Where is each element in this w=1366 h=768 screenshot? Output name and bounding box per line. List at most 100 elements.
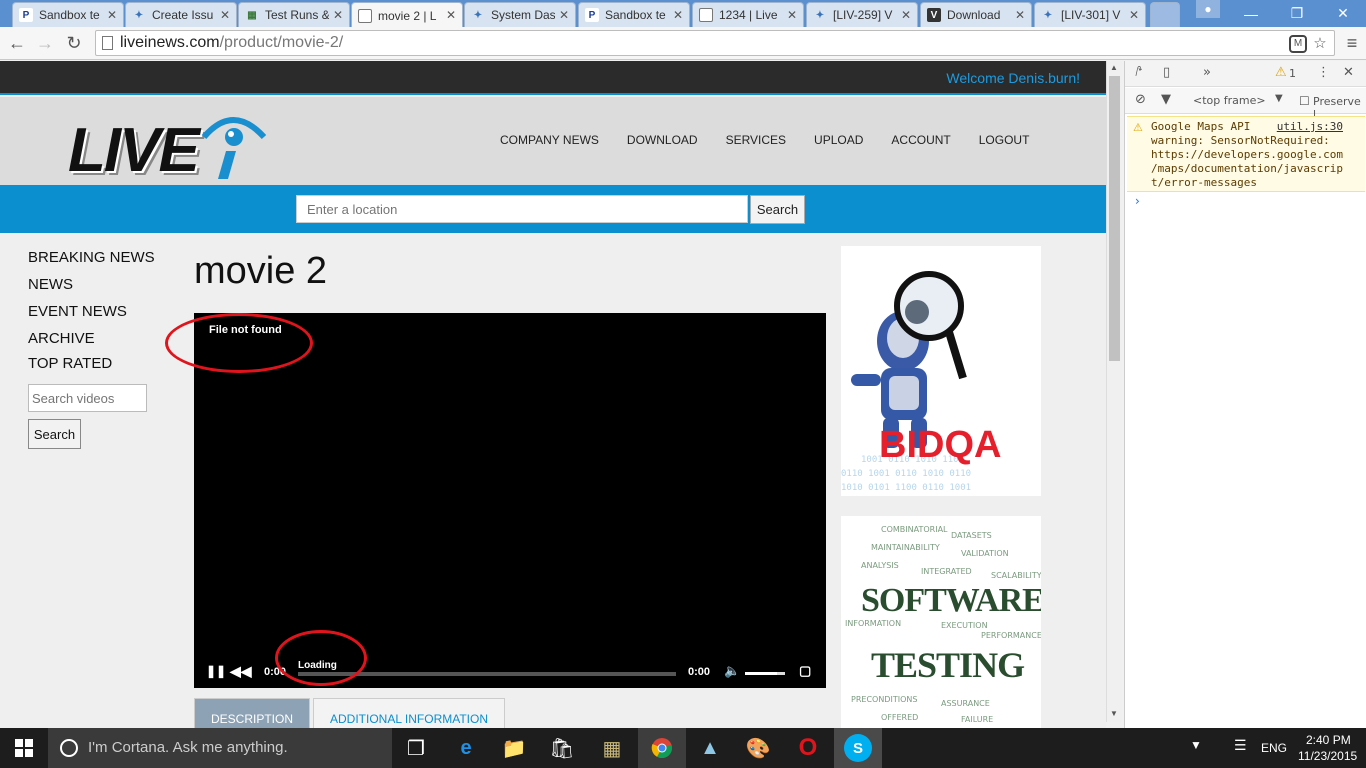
menu-icon[interactable]: ≡ [1340, 32, 1364, 54]
bookmark-star-icon[interactable]: ☆ [1310, 34, 1330, 54]
volume-slider[interactable] [745, 672, 785, 675]
volume-icon[interactable]: 🔈 [724, 663, 740, 679]
clock-time[interactable]: 2:40 PM [1306, 733, 1351, 747]
nav-services[interactable]: SERVICES [726, 133, 786, 147]
ad-bidqa[interactable]: 0110 1001 0110 1010 0110 1010 0101 1100 … [841, 246, 1041, 496]
tab-description[interactable]: DESCRIPTION [194, 698, 311, 728]
tab-additional-information[interactable]: ADDITIONAL INFORMATION [313, 698, 506, 728]
sidebar-item-archive[interactable]: ARCHIVE [28, 328, 155, 353]
tab-close-icon[interactable]: ✕ [901, 8, 911, 22]
restore-icon[interactable]: ❐ [1274, 0, 1320, 27]
tab-close-icon[interactable]: ✕ [107, 8, 117, 22]
location-input[interactable] [296, 195, 748, 223]
sidebar-item-breaking-news[interactable]: BREAKING NEWS [28, 247, 155, 274]
page-scrollbar[interactable]: ▲ ▼ [1106, 61, 1122, 722]
sidebar-item-news[interactable]: NEWS [28, 274, 155, 301]
opera-icon[interactable]: O [794, 734, 822, 762]
video-player[interactable]: File not found ❚❚ ◀◀ 0:00 Loading 0:00 🔈… [194, 313, 826, 688]
filter-icon[interactable]: ▼ [1161, 92, 1171, 107]
console-prompt[interactable]: › [1135, 194, 1140, 208]
browser-tab[interactable]: P Sandbox te ✕ [578, 2, 690, 27]
app-tile-icon[interactable]: ▲ [696, 734, 724, 762]
testrail-icon: ▦ [247, 9, 257, 21]
back-icon[interactable]: ← [5, 32, 29, 54]
sidebar-item-event-news[interactable]: EVENT NEWS [28, 301, 155, 328]
word-cloud-image: COMBINATORIAL DATASETS MAINTAINABILITY V… [845, 525, 1041, 724]
tab-strip: P Sandbox te ✕ ✦ Create Issu ✕ ▦ Test Runs & ✕ mo… [0, 0, 1366, 28]
tab-label: System Das [491, 8, 555, 22]
scroll-down-icon[interactable]: ▼ [1110, 709, 1118, 718]
pause-icon[interactable]: ❚❚ [206, 664, 226, 678]
tab-close-icon[interactable]: ✕ [220, 8, 230, 22]
warning-icon[interactable]: ⚠ [1275, 65, 1287, 80]
more-tabs-icon[interactable]: » [1203, 65, 1211, 80]
start-button[interactable] [0, 728, 48, 768]
notification-icon[interactable]: ☰ [1234, 737, 1247, 754]
reload-icon[interactable]: ↻ [62, 32, 86, 54]
nav-download[interactable]: DOWNLOAD [627, 133, 698, 147]
site-logo[interactable]: LIVE [68, 107, 268, 185]
address-bar[interactable]: liveinews.com/product/movie-2/ M ☆ [95, 30, 1335, 56]
browser-tab[interactable]: 1234 | Live ✕ [692, 2, 804, 27]
app-icon[interactable]: ▦ [598, 734, 626, 762]
ad-software-testing[interactable]: COMBINATORIAL DATASETS MAINTAINABILITY V… [841, 516, 1041, 728]
minimize-icon[interactable]: — [1228, 0, 1274, 27]
nav-account[interactable]: ACCOUNT [891, 133, 950, 147]
scroll-thumb[interactable] [1109, 76, 1120, 361]
new-tab-button[interactable] [1150, 2, 1180, 27]
task-view-icon[interactable]: ❐ [402, 734, 430, 762]
browser-tab[interactable]: P Sandbox te ✕ [12, 2, 124, 27]
tab-close-icon[interactable]: ✕ [333, 8, 343, 22]
tab-close-icon[interactable]: ✕ [559, 8, 569, 22]
browser-tab[interactable]: ▦ Test Runs & ✕ [238, 2, 350, 27]
browser-tab[interactable]: movie 2 | L ✕ [351, 2, 463, 28]
clock-date[interactable]: 11/23/2015 [1298, 749, 1357, 763]
scroll-up-icon[interactable]: ▲ [1110, 63, 1118, 72]
browser-tab[interactable]: V Download ✕ [920, 2, 1032, 27]
browser-tab[interactable]: ✦ System Das ✕ [464, 2, 576, 27]
tab-close-icon[interactable]: ✕ [787, 8, 797, 22]
clear-console-icon[interactable]: ⊘ [1135, 92, 1146, 107]
frame-selector[interactable]: <top frame> [1193, 94, 1266, 107]
skype-icon[interactable]: S [844, 734, 872, 762]
browser-tab[interactable]: ✦ [LIV-259] V ✕ [806, 2, 918, 27]
devtools-menu-icon[interactable]: ⋮ [1317, 65, 1330, 80]
device-mode-icon[interactable]: ▯ [1163, 65, 1170, 80]
cortana-search-box[interactable]: I'm Cortana. Ask me anything. [48, 728, 392, 768]
nav-logout[interactable]: LOGOUT [979, 133, 1030, 147]
tab-close-icon[interactable]: ✕ [1129, 8, 1139, 22]
video-search-button[interactable]: Search [28, 419, 81, 449]
store-icon[interactable]: 🛍 [548, 734, 576, 762]
paint-icon[interactable]: 🎨 [744, 734, 772, 762]
svg-text:EXECUTION: EXECUTION [941, 621, 988, 630]
frame-dropdown-icon[interactable]: ▼ [1275, 93, 1283, 104]
edge-icon[interactable]: e [452, 734, 480, 762]
tray-up-icon[interactable]: ▼ [1190, 738, 1202, 752]
warning-source-link[interactable]: util.js:30 [1277, 120, 1343, 134]
tab-close-icon[interactable]: ✕ [673, 8, 683, 22]
tab-close-icon[interactable]: ✕ [1015, 8, 1025, 22]
extension-icon[interactable]: M [1289, 35, 1307, 53]
rewind-icon[interactable]: ◀◀ [230, 663, 252, 680]
video-search-input[interactable] [28, 384, 147, 412]
nav-upload[interactable]: UPLOAD [814, 133, 863, 147]
profile-icon[interactable]: ● [1196, 0, 1220, 18]
welcome-link[interactable]: Welcome Denis.burn! [946, 70, 1080, 86]
browser-tab[interactable]: ✦ [LIV-301] V ✕ [1034, 2, 1146, 27]
file-explorer-icon[interactable]: 📁 [500, 734, 528, 762]
inspect-icon[interactable]: ⭚ [1135, 65, 1143, 80]
nav-company-news[interactable]: COMPANY NEWS [500, 133, 599, 147]
tab-close-icon[interactable]: ✕ [446, 8, 456, 22]
svg-text:VALIDATION: VALIDATION [961, 549, 1009, 558]
close-window-icon[interactable]: ✕ [1320, 0, 1366, 27]
fullscreen-icon[interactable]: ▢ [799, 663, 811, 679]
location-search-button[interactable]: Search [750, 195, 805, 224]
sidebar-item-top-rated[interactable]: TOP RATED [28, 353, 155, 380]
devtools-panel: ⭚ ▯ » ⚠ 1 ⋮ ✕ ⊘ ▼ <top frame> ▼ ☐ Preser… [1124, 61, 1366, 728]
preserve-log-checkbox[interactable]: ☐ [1299, 94, 1310, 108]
forward-icon[interactable]: → [33, 32, 57, 54]
language-indicator[interactable]: ENG [1261, 741, 1287, 755]
devtools-close-icon[interactable]: ✕ [1343, 65, 1354, 80]
browser-tab[interactable]: ✦ Create Issu ✕ [125, 2, 237, 27]
chrome-icon[interactable] [648, 734, 676, 762]
